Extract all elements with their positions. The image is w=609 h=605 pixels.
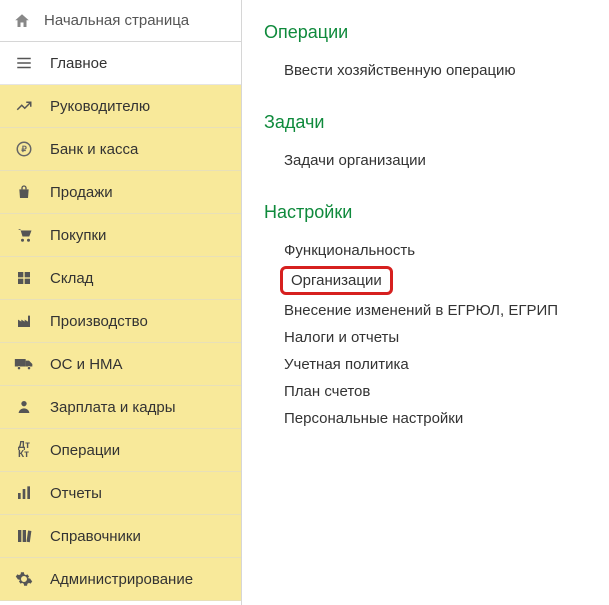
sidebar-item-label: Руководителю [50,98,227,115]
sidebar-item-label: Справочники [50,528,227,545]
link-personal-settings[interactable]: Персональные настройки [264,405,599,432]
home-icon [12,12,32,30]
sidebar-item-admin[interactable]: Администрирование [0,558,241,601]
sidebar-item-label: Отчеты [50,485,227,502]
menu-icon [14,53,34,73]
sidebar-item-warehouse[interactable]: Склад [0,257,241,300]
sidebar-item-label: Администрирование [50,571,227,588]
link-chart-of-accounts[interactable]: План счетов [264,378,599,405]
sidebar-item-bank[interactable]: ₽ Банк и касса [0,128,241,171]
sidebar-item-label: Производство [50,313,227,330]
sidebar-item-assets[interactable]: ОС и НМА [0,343,241,386]
sidebar-item-label: Главное [50,55,227,72]
sidebar-item-label: Склад [50,270,227,287]
link-org-tasks[interactable]: Задачи организации [264,147,599,174]
bar-chart-icon [14,483,34,503]
factory-icon [14,311,34,331]
sidebar-home-label: Начальная страница [44,12,189,29]
sidebar-item-label: Покупки [50,227,227,244]
app-root: Начальная страница Главное Руководителю … [0,0,609,605]
sidebar-item-main[interactable]: Главное [0,42,241,85]
books-icon [14,526,34,546]
person-icon [14,397,34,417]
section-title-settings: Настройки [264,202,599,223]
sidebar-item-label: Зарплата и кадры [50,399,227,416]
sidebar-home[interactable]: Начальная страница [0,0,241,42]
sidebar-item-label: ОС и НМА [50,356,227,373]
sidebar-item-label: Продажи [50,184,227,201]
section-title-operations: Операции [264,22,599,43]
bag-icon [14,182,34,202]
sidebar-item-purchases[interactable]: Покупки [0,214,241,257]
chart-up-icon [14,96,34,116]
truck-icon [14,354,34,374]
ruble-icon: ₽ [14,139,34,159]
grid-icon [14,268,34,288]
operations-icon: ДтКт [14,440,34,460]
link-create-operation[interactable]: Ввести хозяйственную операцию [264,57,599,84]
cart-icon [14,225,34,245]
svg-text:₽: ₽ [21,145,26,154]
sidebar-item-hr[interactable]: Зарплата и кадры [0,386,241,429]
sidebar: Начальная страница Главное Руководителю … [0,0,242,605]
link-taxes-reports[interactable]: Налоги и отчеты [264,324,599,351]
sidebar-item-reports[interactable]: Отчеты [0,472,241,515]
content-area: Операции Ввести хозяйственную операцию З… [242,0,609,605]
sidebar-item-operations[interactable]: ДтКт Операции [0,429,241,472]
link-functionality[interactable]: Функциональность [264,237,599,264]
section-title-tasks: Задачи [264,112,599,133]
link-accounting-policy[interactable]: Учетная политика [264,351,599,378]
gear-icon [14,569,34,589]
link-organizations[interactable]: Организации [280,266,393,295]
sidebar-item-manager[interactable]: Руководителю [0,85,241,128]
sidebar-item-catalogs[interactable]: Справочники [0,515,241,558]
sidebar-item-label: Банк и касса [50,141,227,158]
sidebar-item-label: Операции [50,442,227,459]
sidebar-item-sales[interactable]: Продажи [0,171,241,214]
link-egrul-changes[interactable]: Внесение изменений в ЕГРЮЛ, ЕГРИП [264,297,599,324]
sidebar-item-production[interactable]: Производство [0,300,241,343]
